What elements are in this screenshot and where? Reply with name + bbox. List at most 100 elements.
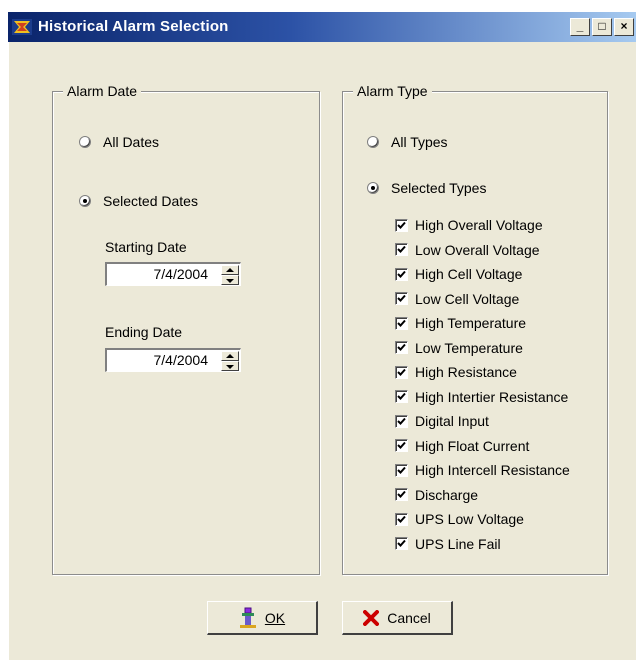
- alarm-type-label: UPS Line Fail: [415, 535, 501, 552]
- ok-icon: [239, 607, 256, 628]
- alarm-type-checkbox[interactable]: [395, 218, 408, 232]
- starting-date-value: 7/4/2004: [153, 266, 209, 282]
- ending-date-spinner[interactable]: [221, 351, 239, 371]
- alarm-type-checkbox[interactable]: [395, 463, 408, 477]
- checkmark-icon: [397, 392, 406, 400]
- alarm-type-label: High Temperature: [415, 315, 527, 331]
- app-icon: [12, 19, 32, 35]
- alarm-type-item[interactable]: High Intertier Resistance: [395, 386, 568, 408]
- cancel-x-icon: [363, 609, 380, 626]
- ending-date-value: 7/4/2004: [153, 352, 209, 368]
- alarm-type-label: Low Temperature: [415, 339, 523, 356]
- alarm-type-label: UPS Low Voltage: [415, 511, 524, 527]
- alarm-type-label: Discharge: [415, 486, 479, 503]
- alarm-date-group-label: Alarm Date: [63, 83, 142, 99]
- starting-date-increment-button[interactable]: [221, 265, 239, 275]
- checkmark-icon: [397, 515, 406, 523]
- alarm-type-item[interactable]: High Cell Voltage: [395, 263, 522, 285]
- ending-date-decrement-button[interactable]: [221, 361, 239, 371]
- all-dates-label: All Dates: [103, 134, 160, 150]
- alarm-type-item[interactable]: High Intercell Resistance: [395, 459, 570, 481]
- all-types-radio-button[interactable]: [367, 136, 379, 148]
- alarm-type-item[interactable]: UPS Low Voltage: [395, 508, 524, 530]
- checkmark-icon: [397, 221, 406, 229]
- checkmark-icon: [397, 319, 406, 327]
- ending-date-increment-button[interactable]: [221, 351, 239, 361]
- checkmark-icon: [397, 539, 406, 547]
- ok-label: OK: [264, 609, 286, 626]
- selected-dates-radio[interactable]: Selected Dates: [79, 191, 198, 211]
- arrow-down-icon: [226, 279, 234, 283]
- alarm-type-checkbox[interactable]: [395, 439, 408, 452]
- checkmark-icon: [397, 368, 406, 376]
- selected-types-radio[interactable]: Selected Types: [367, 178, 486, 198]
- starting-date-spinner[interactable]: [221, 265, 239, 285]
- cancel-label: Cancel: [387, 609, 431, 626]
- arrow-up-icon: [226, 268, 234, 272]
- alarm-type-item[interactable]: UPS Line Fail: [395, 533, 501, 555]
- selected-dates-label: Selected Dates: [103, 193, 198, 209]
- alarm-type-item[interactable]: High Temperature: [395, 312, 526, 334]
- alarm-type-item[interactable]: Low Cell Voltage: [395, 288, 519, 310]
- starting-date-label: Starting Date: [105, 239, 187, 255]
- minimize-button[interactable]: _: [570, 18, 590, 36]
- alarm-type-item[interactable]: High Overall Voltage: [395, 214, 543, 236]
- alarm-type-label: High Intertier Resistance: [415, 388, 569, 405]
- alarm-type-checkbox[interactable]: [395, 488, 408, 501]
- alarm-type-label: Digital Input: [415, 413, 489, 429]
- alarm-date-group: Alarm Date All Dates Selected Dates Star…: [52, 83, 320, 575]
- alarm-type-label: High Cell Voltage: [415, 266, 523, 282]
- alarm-type-group-label: Alarm Type: [353, 83, 432, 99]
- alarm-type-label: High Intercell Resistance: [415, 462, 570, 478]
- checkmark-icon: [397, 490, 406, 498]
- checkmark-icon: [397, 343, 406, 351]
- maximize-button[interactable]: □: [592, 18, 612, 36]
- alarm-type-checkbox[interactable]: [395, 292, 408, 305]
- all-dates-radio[interactable]: All Dates: [79, 132, 159, 152]
- alarm-type-checkbox[interactable]: [395, 365, 408, 379]
- alarm-type-item[interactable]: Digital Input: [395, 410, 489, 432]
- alarm-type-label: High Overall Voltage: [415, 217, 543, 233]
- alarm-type-checkbox[interactable]: [395, 341, 408, 354]
- alarm-type-checkbox[interactable]: [395, 316, 408, 330]
- alarm-type-checkbox[interactable]: [395, 537, 408, 550]
- checkmark-icon: [397, 270, 406, 278]
- alarm-type-checkbox[interactable]: [395, 390, 408, 403]
- alarm-type-item[interactable]: Low Temperature: [395, 337, 523, 359]
- ok-button[interactable]: OK: [207, 601, 318, 635]
- alarm-type-item[interactable]: High Float Current: [395, 435, 529, 457]
- alarm-type-item[interactable]: Discharge: [395, 484, 478, 506]
- ending-date-label: Ending Date: [105, 324, 183, 340]
- alarm-type-checkbox[interactable]: [395, 414, 408, 428]
- checkmark-icon: [397, 441, 406, 449]
- starting-date-picker[interactable]: 7/4/2004: [105, 262, 241, 286]
- checkmark-icon: [397, 294, 406, 302]
- alarm-type-checkbox[interactable]: [395, 243, 408, 256]
- starting-date-decrement-button[interactable]: [221, 275, 239, 285]
- arrow-up-icon: [226, 354, 234, 358]
- ending-date-picker[interactable]: 7/4/2004: [105, 348, 241, 372]
- checkmark-icon: [397, 466, 406, 474]
- all-dates-radio-button[interactable]: [79, 136, 91, 148]
- alarm-type-label: High Resistance: [415, 364, 517, 380]
- checkmark-icon: [397, 245, 406, 253]
- alarm-type-item[interactable]: High Resistance: [395, 361, 517, 383]
- window-title: Historical Alarm Selection: [38, 18, 229, 35]
- close-button[interactable]: ×: [614, 18, 634, 36]
- alarm-type-checkbox[interactable]: [395, 267, 408, 281]
- alarm-type-label: Low Cell Voltage: [415, 290, 520, 307]
- arrow-down-icon: [226, 365, 234, 369]
- alarm-type-item[interactable]: Low Overall Voltage: [395, 239, 540, 261]
- alarm-type-group: Alarm Type All Types Selected Types High…: [342, 83, 608, 575]
- selected-types-radio-button[interactable]: [367, 182, 379, 194]
- cancel-button[interactable]: Cancel: [342, 601, 453, 635]
- all-types-radio[interactable]: All Types: [367, 132, 448, 152]
- selected-types-label: Selected Types: [391, 180, 487, 196]
- alarm-type-label: Low Overall Voltage: [415, 241, 540, 258]
- all-types-label: All Types: [391, 134, 448, 150]
- alarm-type-checkbox[interactable]: [395, 512, 408, 526]
- title-bar[interactable]: Historical Alarm Selection _ □ ×: [8, 12, 636, 42]
- checkmark-icon: [397, 417, 406, 425]
- alarm-type-label: High Float Current: [415, 437, 530, 454]
- selected-dates-radio-button[interactable]: [79, 195, 91, 207]
